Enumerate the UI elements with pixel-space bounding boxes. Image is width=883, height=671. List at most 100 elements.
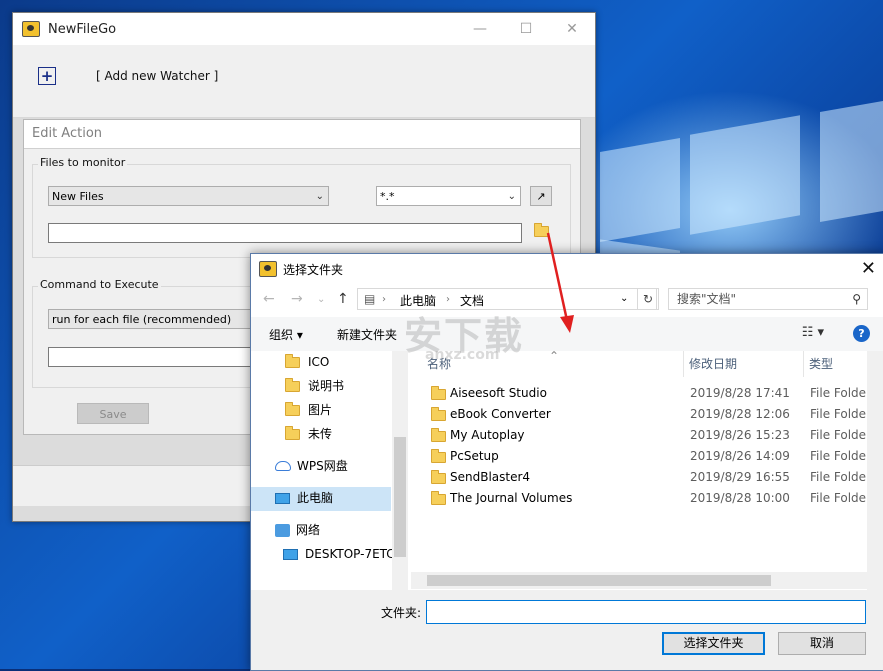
close-icon[interactable]: ✕ xyxy=(861,258,876,279)
file-type: File Folder xyxy=(810,386,871,400)
nav-item-manual[interactable]: 说明书 xyxy=(285,375,344,397)
file-name: SendBlaster4 xyxy=(450,470,531,484)
nav-item-label: 网络 xyxy=(296,523,321,537)
folder-field-label: 文件夹: xyxy=(381,606,422,620)
add-watcher-button[interactable]: [ Add new Watcher ] xyxy=(96,69,218,83)
folder-icon xyxy=(285,377,300,392)
folder-icon xyxy=(431,449,446,463)
file-name: PcSetup xyxy=(450,449,499,463)
nav-item-wps-cloud[interactable]: WPS网盘 xyxy=(275,455,348,477)
open-external-button[interactable]: ↗ xyxy=(530,186,552,206)
add-watcher-icon[interactable]: + xyxy=(38,67,56,85)
files-to-monitor-group: Files to monitor New Files ⌄ *.* ⌄ ↗ xyxy=(32,156,571,258)
cloud-icon xyxy=(275,461,291,471)
back-arrow-icon[interactable]: ← xyxy=(263,291,275,307)
nav-item-label: DESKTOP-7ETC xyxy=(305,547,395,561)
select-folder-button[interactable]: 选择文件夹 xyxy=(662,632,765,655)
refresh-icon: ↻ xyxy=(642,292,654,306)
folder-icon xyxy=(285,401,300,416)
search-input[interactable]: 搜索"文档" ⚲ xyxy=(668,288,868,310)
file-type: File Folder xyxy=(810,491,871,505)
command-label: Command to Execute xyxy=(38,278,161,291)
nav-item-pictures[interactable]: 图片 xyxy=(285,399,332,421)
file-row[interactable]: My Autoplay 2019/8/26 15:23 File Folder xyxy=(427,425,883,446)
file-filter-value: *.* xyxy=(380,190,395,203)
chevron-down-icon[interactable]: ⌄ xyxy=(317,294,325,305)
folder-icon xyxy=(431,386,446,400)
help-icon[interactable]: ? xyxy=(853,325,870,342)
files-to-monitor-label: Files to monitor xyxy=(38,156,128,169)
chevron-down-icon: ⌄ xyxy=(315,191,324,202)
folder-icon xyxy=(431,470,446,484)
scrollbar-thumb[interactable] xyxy=(394,437,406,557)
file-name: My Autoplay xyxy=(450,428,525,442)
column-type[interactable]: 类型 xyxy=(809,351,833,377)
app-icon xyxy=(259,261,277,277)
chevron-down-icon: ⌄ xyxy=(507,191,516,202)
network-icon xyxy=(275,523,290,537)
nav-item-unsent[interactable]: 未传 xyxy=(285,423,332,445)
close-icon[interactable]: ✕ xyxy=(549,13,595,45)
file-row[interactable]: Aiseesoft Studio 2019/8/28 17:41 File Fo… xyxy=(427,383,883,404)
computer-icon xyxy=(275,492,290,504)
dialog-title: 选择文件夹 xyxy=(283,262,344,277)
folder-icon xyxy=(285,425,300,440)
refresh-button[interactable]: ↻ xyxy=(637,288,659,310)
maximize-icon[interactable]: ☐ xyxy=(503,13,549,45)
minimize-icon[interactable]: — xyxy=(457,13,503,45)
column-date[interactable]: 修改日期 xyxy=(689,351,737,377)
select-folder-dialog: 选择文件夹 ✕ ← → ⌄ ↑ ▤ › 此电脑 › 文档 ⌄ ↻ 搜索"文档" … xyxy=(250,253,883,671)
file-row[interactable]: PcSetup 2019/8/26 14:09 File Folder xyxy=(427,446,883,467)
up-arrow-icon[interactable]: ↑ xyxy=(337,291,349,307)
file-event-select[interactable]: New Files ⌄ xyxy=(48,186,329,206)
save-button[interactable]: Save xyxy=(77,403,149,424)
app-titlebar: NewFileGo — ☐ ✕ xyxy=(13,13,595,45)
folder-icon xyxy=(431,491,446,505)
view-options-icon[interactable]: ☷ ▾ xyxy=(802,325,824,340)
scrollbar-thumb[interactable] xyxy=(427,575,771,586)
column-divider xyxy=(683,351,684,377)
file-date: 2019/8/26 14:09 xyxy=(690,449,790,463)
file-list-vscroll[interactable] xyxy=(867,351,883,590)
file-list-hscroll[interactable] xyxy=(411,572,867,589)
file-filter-select[interactable]: *.* ⌄ xyxy=(376,186,521,206)
folder-field-input[interactable] xyxy=(426,600,866,624)
dialog-nav-row: ← → ⌄ ↑ ▤ › 此电脑 › 文档 ⌄ ↻ 搜索"文档" ⚲ xyxy=(251,286,883,314)
chevron-right-icon: › xyxy=(382,294,386,305)
command-input[interactable] xyxy=(48,347,268,367)
file-date: 2019/8/28 12:06 xyxy=(690,407,790,421)
app-toolbar: + [ Add new Watcher ] xyxy=(13,45,595,118)
folder-path-input[interactable] xyxy=(48,223,522,243)
nav-item-this-pc[interactable]: 此电脑 xyxy=(275,487,333,509)
navigation-pane: ICO 说明书 图片 未传 WPS网盘 此电脑 网络 DESKTOP-7ETC xyxy=(251,351,409,590)
new-folder-button[interactable]: 新建文件夹 xyxy=(337,326,397,343)
nav-item-desktop-pc[interactable]: DESKTOP-7ETC xyxy=(283,543,395,565)
file-type: File Folder xyxy=(810,449,871,463)
forward-arrow-icon[interactable]: → xyxy=(291,291,303,307)
file-date: 2019/8/28 17:41 xyxy=(690,386,790,400)
file-row[interactable]: SendBlaster4 2019/8/29 16:55 File Folder xyxy=(427,467,883,488)
file-date: 2019/8/29 16:55 xyxy=(690,470,790,484)
file-type: File Folder xyxy=(810,428,871,442)
watermark-subtext: anxz.com xyxy=(425,347,500,363)
nav-scrollbar[interactable] xyxy=(392,351,408,590)
cancel-button[interactable]: 取消 xyxy=(778,632,866,655)
file-list: 名称 ⌃ 修改日期 类型 Aiseesoft Studio 2019/8/28 … xyxy=(411,349,883,590)
column-divider xyxy=(803,351,804,377)
nav-item-ico[interactable]: ICO xyxy=(285,351,329,373)
command-mode-select[interactable]: run for each file (recommended) xyxy=(48,309,268,329)
chevron-down-icon[interactable]: ⌄ xyxy=(620,293,628,304)
file-event-value: New Files xyxy=(52,190,104,203)
organize-menu[interactable]: 组织 ▾ xyxy=(269,326,303,343)
file-row[interactable]: eBook Converter 2019/8/28 12:06 File Fol… xyxy=(427,404,883,425)
file-row[interactable]: The Journal Volumes 2019/8/28 10:00 File… xyxy=(427,488,883,509)
computer-icon: ▤ xyxy=(364,292,376,306)
windows-logo-pane xyxy=(690,115,800,235)
windows-logo-pane xyxy=(600,137,680,243)
file-type: File Folder xyxy=(810,407,871,421)
external-link-icon: ↗ xyxy=(536,189,546,203)
dialog-command-bar: 组织 ▾ 新建文件夹 ☷ ▾ ? xyxy=(251,317,883,351)
search-icon: ⚲ xyxy=(852,292,861,306)
browse-folder-button[interactable] xyxy=(530,221,552,241)
nav-item-network[interactable]: 网络 xyxy=(275,519,320,541)
